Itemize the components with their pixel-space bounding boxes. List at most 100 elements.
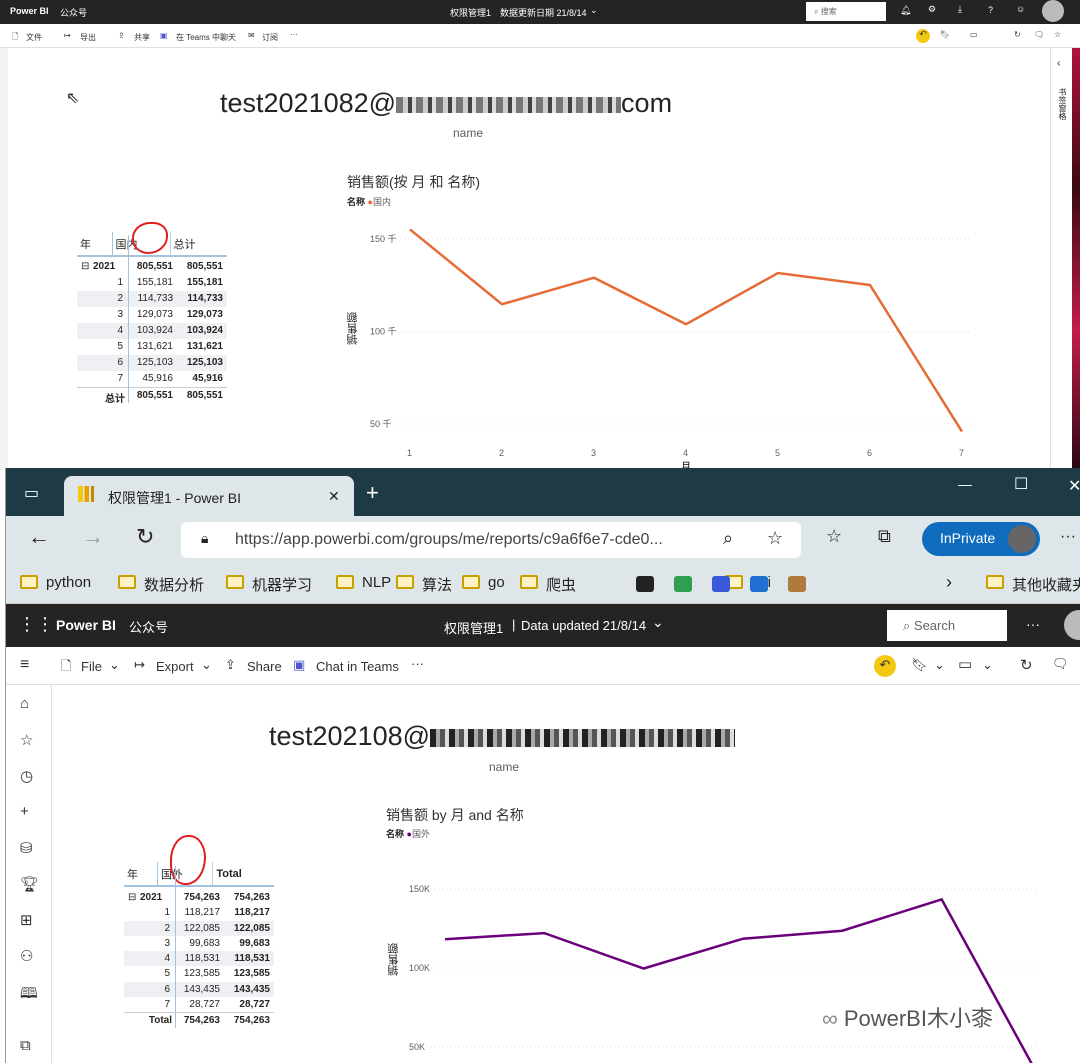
browser-more-icon[interactable]: ··· xyxy=(1060,528,1076,546)
header-total[interactable]: 总计 xyxy=(169,232,227,256)
export-menu[interactable]: 导出 xyxy=(80,32,96,43)
app-icon-4[interactable] xyxy=(750,576,768,592)
bookmark-5[interactable]: go xyxy=(488,574,505,591)
bottom-brand[interactable]: Power BI xyxy=(56,617,116,633)
series-line[interactable] xyxy=(444,897,1037,1063)
file-menu[interactable]: File xyxy=(81,659,102,674)
back-icon[interactable]: ← xyxy=(28,524,50,550)
bookmark-3[interactable]: NLP xyxy=(362,574,391,591)
chevron-left-icon[interactable]: ‹ xyxy=(1057,58,1060,69)
subscribe-button[interactable]: 订阅 xyxy=(262,32,278,43)
file-menu[interactable]: 文件 xyxy=(26,32,42,43)
inprivate-badge[interactable]: InPrivate xyxy=(922,522,1040,556)
gear-icon[interactable]: ⚙ xyxy=(928,4,936,15)
url-text[interactable]: https://app.powerbi.com/groups/me/report… xyxy=(235,531,663,549)
forward-icon[interactable]: → xyxy=(82,524,104,550)
bookmark-icon[interactable]: 🔖︎ xyxy=(911,657,928,673)
tab-close-icon[interactable]: ✕ xyxy=(328,488,340,505)
workspaces-icon[interactable]: ⧉ xyxy=(20,1037,31,1054)
download-icon[interactable]: ⤓ xyxy=(958,4,962,15)
refresh-icon[interactable]: ↻ xyxy=(136,524,154,550)
header-year[interactable]: 年 xyxy=(77,232,112,256)
bookmark-4[interactable]: 算法 xyxy=(422,574,452,595)
apps-icon[interactable]: ⊞ xyxy=(20,911,33,929)
bottom-workspace[interactable]: 公众号 xyxy=(129,617,168,636)
help-icon[interactable]: ? xyxy=(988,5,993,15)
comment-icon[interactable]: 🗨︎ xyxy=(1034,30,1044,39)
bookmark-6[interactable]: 爬虫 xyxy=(546,574,576,595)
top-search-box[interactable]: ⌕ 搜索 xyxy=(806,2,886,21)
chevron-down-icon[interactable]: ⌄ xyxy=(652,614,664,631)
share-button[interactable]: Share xyxy=(247,659,282,674)
avatar[interactable] xyxy=(1042,0,1064,22)
bookmark-2[interactable]: 机器学习 xyxy=(252,574,312,595)
chevron-down-icon[interactable]: ⌄ xyxy=(590,5,598,16)
home-icon[interactable]: ⌂ xyxy=(20,695,29,712)
view-icon[interactable]: ▭ xyxy=(958,655,972,673)
add-favorite-icon[interactable]: ☆ xyxy=(767,528,783,549)
share-button[interactable]: 共享 xyxy=(134,32,150,43)
favorites-icon[interactable]: ☆ xyxy=(826,526,842,547)
bell-icon[interactable]: 🔔︎ xyxy=(900,5,911,16)
top-legend-item[interactable]: 国内 xyxy=(373,197,391,207)
shared-icon[interactable]: ⚇ xyxy=(20,947,33,965)
datasets-icon[interactable]: ⛁ xyxy=(20,839,33,857)
chevron-down-icon[interactable]: ⌄ xyxy=(934,657,945,673)
more-menu[interactable]: ··· xyxy=(290,30,298,39)
top-update-text[interactable]: 数据更新日期 21/8/14 xyxy=(500,6,587,19)
feedback-icon[interactable]: ☺ xyxy=(1016,4,1025,14)
browser-tab[interactable]: 权限管理1 - Power BI ✕ xyxy=(64,476,354,516)
refresh-visual-icon[interactable]: ↻ xyxy=(1020,656,1033,674)
zoom-icon[interactable]: ⌕ xyxy=(723,528,733,549)
app-icon-5[interactable] xyxy=(788,576,806,592)
favorite-icon[interactable]: ☆ xyxy=(1054,30,1061,39)
favorites-icon[interactable]: ☆ xyxy=(20,731,33,749)
comment-icon[interactable]: 🗨︎ xyxy=(1052,656,1069,672)
drive-icon[interactable] xyxy=(674,576,692,592)
learn-icon[interactable]: 🕮︎ xyxy=(20,983,38,1008)
address-bar[interactable]: 🔒︎ https://app.powerbi.com/groups/me/rep… xyxy=(181,522,801,558)
tab-actions-icon[interactable]: ▭ xyxy=(24,483,39,503)
app-icon-1[interactable] xyxy=(636,576,654,592)
expand-icon[interactable]: ⊟ xyxy=(81,261,89,272)
expand-icon[interactable]: ⊟ xyxy=(128,892,136,903)
window-maximize-icon[interactable]: ☐ xyxy=(1014,474,1028,494)
more-menu[interactable]: ··· xyxy=(411,656,424,671)
bookmarks-chevron-icon[interactable]: › xyxy=(946,572,952,593)
top-brand[interactable]: Power BI xyxy=(10,6,49,16)
hamburger-icon[interactable]: ≡ xyxy=(20,656,29,674)
window-close-icon[interactable]: ✕ xyxy=(1068,476,1080,496)
new-tab-button[interactable]: + xyxy=(366,480,379,506)
right-pane-label[interactable]: 书签窗格 xyxy=(1057,88,1068,120)
collections-icon[interactable]: ⧉ xyxy=(878,526,891,547)
create-icon[interactable]: + xyxy=(20,803,29,820)
reset-icon[interactable]: ↶ xyxy=(916,29,930,43)
reset-icon[interactable]: ↶ xyxy=(874,655,896,677)
chevron-down-icon[interactable]: ⌄ xyxy=(982,657,993,673)
header-year[interactable]: 年 xyxy=(124,862,157,886)
other-favorites[interactable]: 其他收藏夹 xyxy=(1012,574,1080,595)
window-minimize-icon[interactable]: — xyxy=(958,476,972,492)
teams-chat-button[interactable]: Chat in Teams xyxy=(316,659,399,674)
recent-icon[interactable]: ◷ xyxy=(20,767,33,785)
app-icon-3[interactable] xyxy=(712,576,730,592)
bookmark-0[interactable]: python xyxy=(46,574,91,591)
bottom-legend-item[interactable]: 国外 xyxy=(412,829,430,839)
bottom-search-box[interactable]: ⌕ Search xyxy=(887,610,1007,641)
goals-icon[interactable]: 🏆︎ xyxy=(20,875,39,893)
refresh-icon[interactable]: ↻ xyxy=(1014,30,1021,39)
teams-chat-button[interactable]: 在 Teams 中聊天 xyxy=(176,32,236,43)
series-line[interactable] xyxy=(409,228,964,433)
export-menu[interactable]: Export xyxy=(156,659,194,674)
chevron-down-icon[interactable]: ⌄ xyxy=(109,657,120,673)
header-total[interactable]: Total xyxy=(212,862,274,886)
app-launcher-icon[interactable]: ⋮⋮ xyxy=(18,614,54,635)
chevron-down-icon[interactable]: ⌄ xyxy=(201,657,212,673)
bottom-header-more[interactable]: ··· xyxy=(1026,616,1040,632)
view-icon[interactable]: ▭ xyxy=(970,30,978,39)
bottom-update-text[interactable]: Data updated 21/8/14 xyxy=(521,618,646,633)
avatar[interactable] xyxy=(1064,610,1080,640)
bookmark-icon[interactable]: 🔖︎ xyxy=(940,30,950,39)
bookmark-1[interactable]: 数据分析 xyxy=(144,574,204,595)
top-workspace[interactable]: 公众号 xyxy=(60,6,87,19)
